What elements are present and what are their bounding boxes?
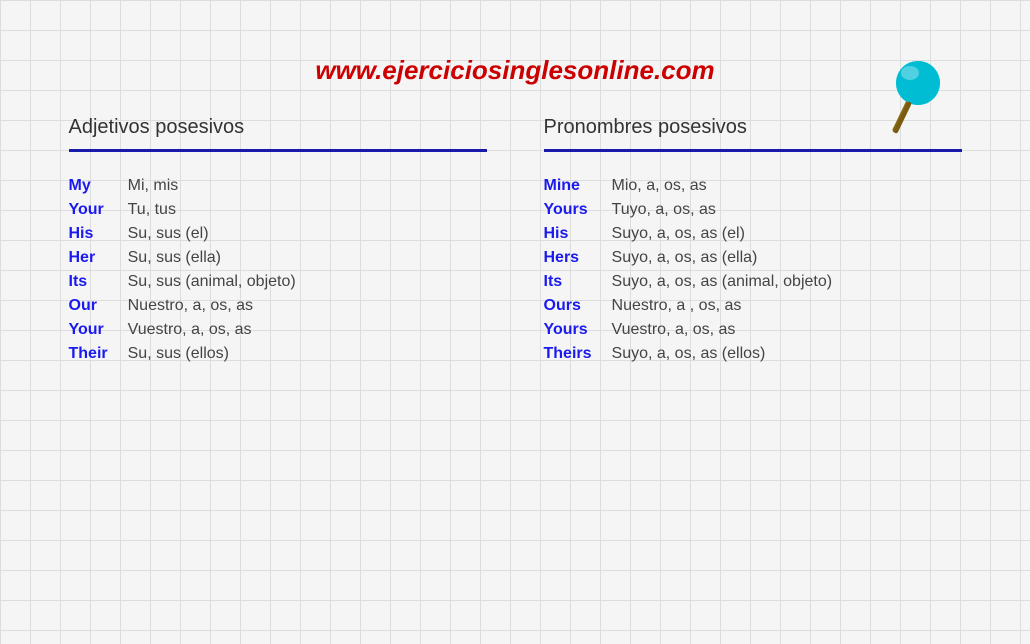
left-section-title: Adjetivos posesivos [69, 116, 487, 139]
list-item: ItsSuyo, a, os, as (animal, objeto) [544, 270, 833, 294]
word-en: Our [69, 294, 128, 318]
left-word-list: MyMi, misYourTu, tusHisSu, sus (el)HerSu… [69, 174, 296, 366]
word-en: Your [69, 198, 128, 222]
word-es: Nuestro, a, os, as [128, 294, 296, 318]
word-es: Tu, tus [128, 198, 296, 222]
word-es: Tuyo, a, os, as [612, 198, 833, 222]
list-item: YoursVuestro, a, os, as [544, 318, 833, 342]
word-es: Vuestro, a, os, as [612, 318, 833, 342]
word-en: Theirs [544, 342, 612, 366]
list-item: YourVuestro, a, os, as [69, 318, 296, 342]
word-en: Yours [544, 198, 612, 222]
word-es: Mi, mis [128, 174, 296, 198]
word-es: Su, sus (animal, objeto) [128, 270, 296, 294]
list-item: OurNuestro, a, os, as [69, 294, 296, 318]
list-item: HisSu, sus (el) [69, 222, 296, 246]
word-es: Suyo, a, os, as (el) [612, 222, 833, 246]
word-en: His [544, 222, 612, 246]
content: Adjetivos posesivos MyMi, misYourTu, tus… [0, 106, 1030, 376]
site-url: www.ejerciciosinglesonline.com [315, 55, 714, 85]
list-item: YourTu, tus [69, 198, 296, 222]
word-es: Su, sus (ella) [128, 246, 296, 270]
word-en: His [69, 222, 128, 246]
word-en: Its [69, 270, 128, 294]
list-item: YoursTuyo, a, os, as [544, 198, 833, 222]
right-word-list: MineMio, a, os, asYoursTuyo, a, os, asHi… [544, 174, 833, 366]
word-en: Your [69, 318, 128, 342]
list-item: OursNuestro, a , os, as [544, 294, 833, 318]
word-en: Her [69, 246, 128, 270]
word-es: Suyo, a, os, as (ellos) [612, 342, 833, 366]
list-item: HersSuyo, a, os, as (ella) [544, 246, 833, 270]
word-es: Vuestro, a, os, as [128, 318, 296, 342]
word-en: Hers [544, 246, 612, 270]
word-en: Mine [544, 174, 612, 198]
list-item: TheirsSuyo, a, os, as (ellos) [544, 342, 833, 366]
word-es: Su, sus (ellos) [128, 342, 296, 366]
word-es: Suyo, a, os, as (animal, objeto) [612, 270, 833, 294]
word-en: Its [544, 270, 612, 294]
header: www.ejerciciosinglesonline.com [0, 0, 1030, 106]
right-section-divider [544, 149, 962, 152]
list-item: TheirSu, sus (ellos) [69, 342, 296, 366]
word-es: Nuestro, a , os, as [612, 294, 833, 318]
word-es: Suyo, a, os, as (ella) [612, 246, 833, 270]
list-item: MineMio, a, os, as [544, 174, 833, 198]
word-en: Ours [544, 294, 612, 318]
list-item: MyMi, mis [69, 174, 296, 198]
word-en: Their [69, 342, 128, 366]
pin-icon [880, 55, 950, 135]
word-en: Yours [544, 318, 612, 342]
left-section: Adjetivos posesivos MyMi, misYourTu, tus… [69, 116, 487, 366]
word-es: Mio, a, os, as [612, 174, 833, 198]
list-item: HerSu, sus (ella) [69, 246, 296, 270]
list-item: HisSuyo, a, os, as (el) [544, 222, 833, 246]
right-section: Pronombres posesivos MineMio, a, os, asY… [544, 116, 962, 366]
word-es: Su, sus (el) [128, 222, 296, 246]
list-item: ItsSu, sus (animal, objeto) [69, 270, 296, 294]
word-en: My [69, 174, 128, 198]
left-section-divider [69, 149, 487, 152]
